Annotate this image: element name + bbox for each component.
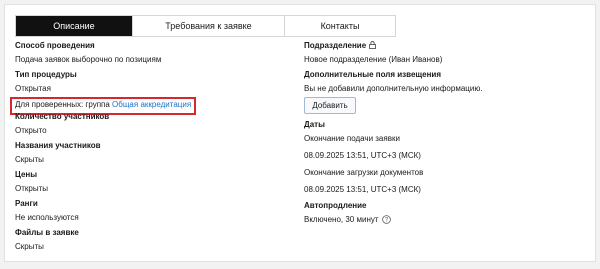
extra-fields-value: Вы не добавили дополнительную информацию… [304, 84, 483, 93]
participant-names-value: Скрыты [15, 155, 44, 164]
verified-group-prefix: Для проверенных: группа [15, 100, 110, 109]
ranks-value: Не используются [15, 213, 79, 222]
division-value: Новое подразделение (Иван Иванов) [304, 55, 443, 64]
autoextend-row: Включено, 30 минут? [304, 214, 589, 225]
docs-end-label: Окончание загрузки документов [304, 168, 424, 177]
procedure-type-value: Открытая [15, 84, 51, 93]
files-label: Файлы в заявке [15, 228, 79, 237]
help-icon[interactable]: ? [381, 215, 391, 227]
autoextend-label: Автопродление [304, 201, 367, 210]
division-label: Подразделение [304, 41, 367, 50]
autoextend-value: Включено, 30 минут [304, 215, 379, 224]
method-label: Способ проведения [15, 41, 95, 50]
accreditation-link[interactable]: Общая аккредитация [112, 100, 191, 109]
procedure-type-label: Тип процедуры [15, 70, 77, 79]
participants-count-value: Открыто [15, 126, 47, 135]
prices-value: Открыты [15, 184, 48, 193]
right-column: Подразделение Новое подразделение (Иван … [304, 41, 589, 225]
docs-end-value: 08.09.2025 13:51, UTC+3 (МСК) [304, 185, 421, 194]
verified-group-row: Для проверенных: группа Общая аккредитац… [10, 97, 300, 115]
dates-label: Даты [304, 120, 325, 129]
ranks-label: Ранги [15, 199, 38, 208]
participant-names-label: Названия участников [15, 141, 101, 150]
method-value: Подача заявок выборочно по позициям [15, 55, 162, 64]
tab-requirements[interactable]: Требования к заявке [132, 16, 284, 36]
extra-fields-label: Дополнительные поля извещения [304, 70, 442, 79]
files-value: Скрыты [15, 242, 44, 251]
submission-end-value: 08.09.2025 13:51, UTC+3 (МСК) [304, 151, 421, 160]
left-column: Способ проведения Подача заявок выборочн… [10, 41, 300, 252]
procedure-panel: Описание Требования к заявке Контакты Сп… [4, 4, 596, 262]
tab-description[interactable]: Описание [16, 16, 132, 36]
submission-end-label: Окончание подачи заявки [304, 134, 400, 143]
lock-icon [369, 41, 377, 52]
division-label-row: Подразделение [304, 41, 589, 51]
add-button[interactable]: Добавить [304, 97, 356, 114]
tab-contacts[interactable]: Контакты [284, 16, 395, 36]
tab-bar: Описание Требования к заявке Контакты [15, 15, 396, 37]
prices-label: Цены [15, 170, 38, 179]
